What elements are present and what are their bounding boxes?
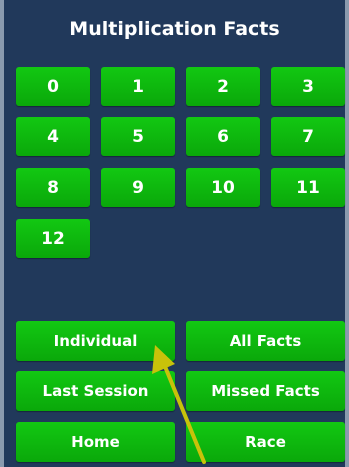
page-title: Multiplication Facts bbox=[69, 18, 280, 40]
fact-button-8[interactable]: 8 bbox=[16, 168, 90, 207]
home-button[interactable]: Home bbox=[16, 422, 175, 462]
fact-button-6[interactable]: 6 bbox=[186, 117, 260, 156]
fact-button-5[interactable]: 5 bbox=[101, 117, 175, 156]
fact-button-9[interactable]: 9 bbox=[101, 168, 175, 207]
fact-button-7[interactable]: 7 bbox=[271, 117, 345, 156]
fact-button-10[interactable]: 10 bbox=[186, 168, 260, 207]
race-button[interactable]: Race bbox=[186, 422, 345, 462]
fact-button-1[interactable]: 1 bbox=[101, 67, 175, 106]
individual-button[interactable]: Individual bbox=[16, 321, 175, 361]
fact-button-2[interactable]: 2 bbox=[186, 67, 260, 106]
fact-button-11[interactable]: 11 bbox=[271, 168, 345, 207]
fact-button-0[interactable]: 0 bbox=[16, 67, 90, 106]
all-facts-button[interactable]: All Facts bbox=[186, 321, 345, 361]
fact-button-3[interactable]: 3 bbox=[271, 67, 345, 106]
last-session-button[interactable]: Last Session bbox=[16, 371, 175, 411]
multiplication-facts-screen: Multiplication Facts 0 1 2 3 4 5 6 7 8 9… bbox=[0, 0, 349, 467]
fact-button-12[interactable]: 12 bbox=[16, 219, 90, 258]
missed-facts-button[interactable]: Missed Facts bbox=[186, 371, 345, 411]
fact-button-4[interactable]: 4 bbox=[16, 117, 90, 156]
